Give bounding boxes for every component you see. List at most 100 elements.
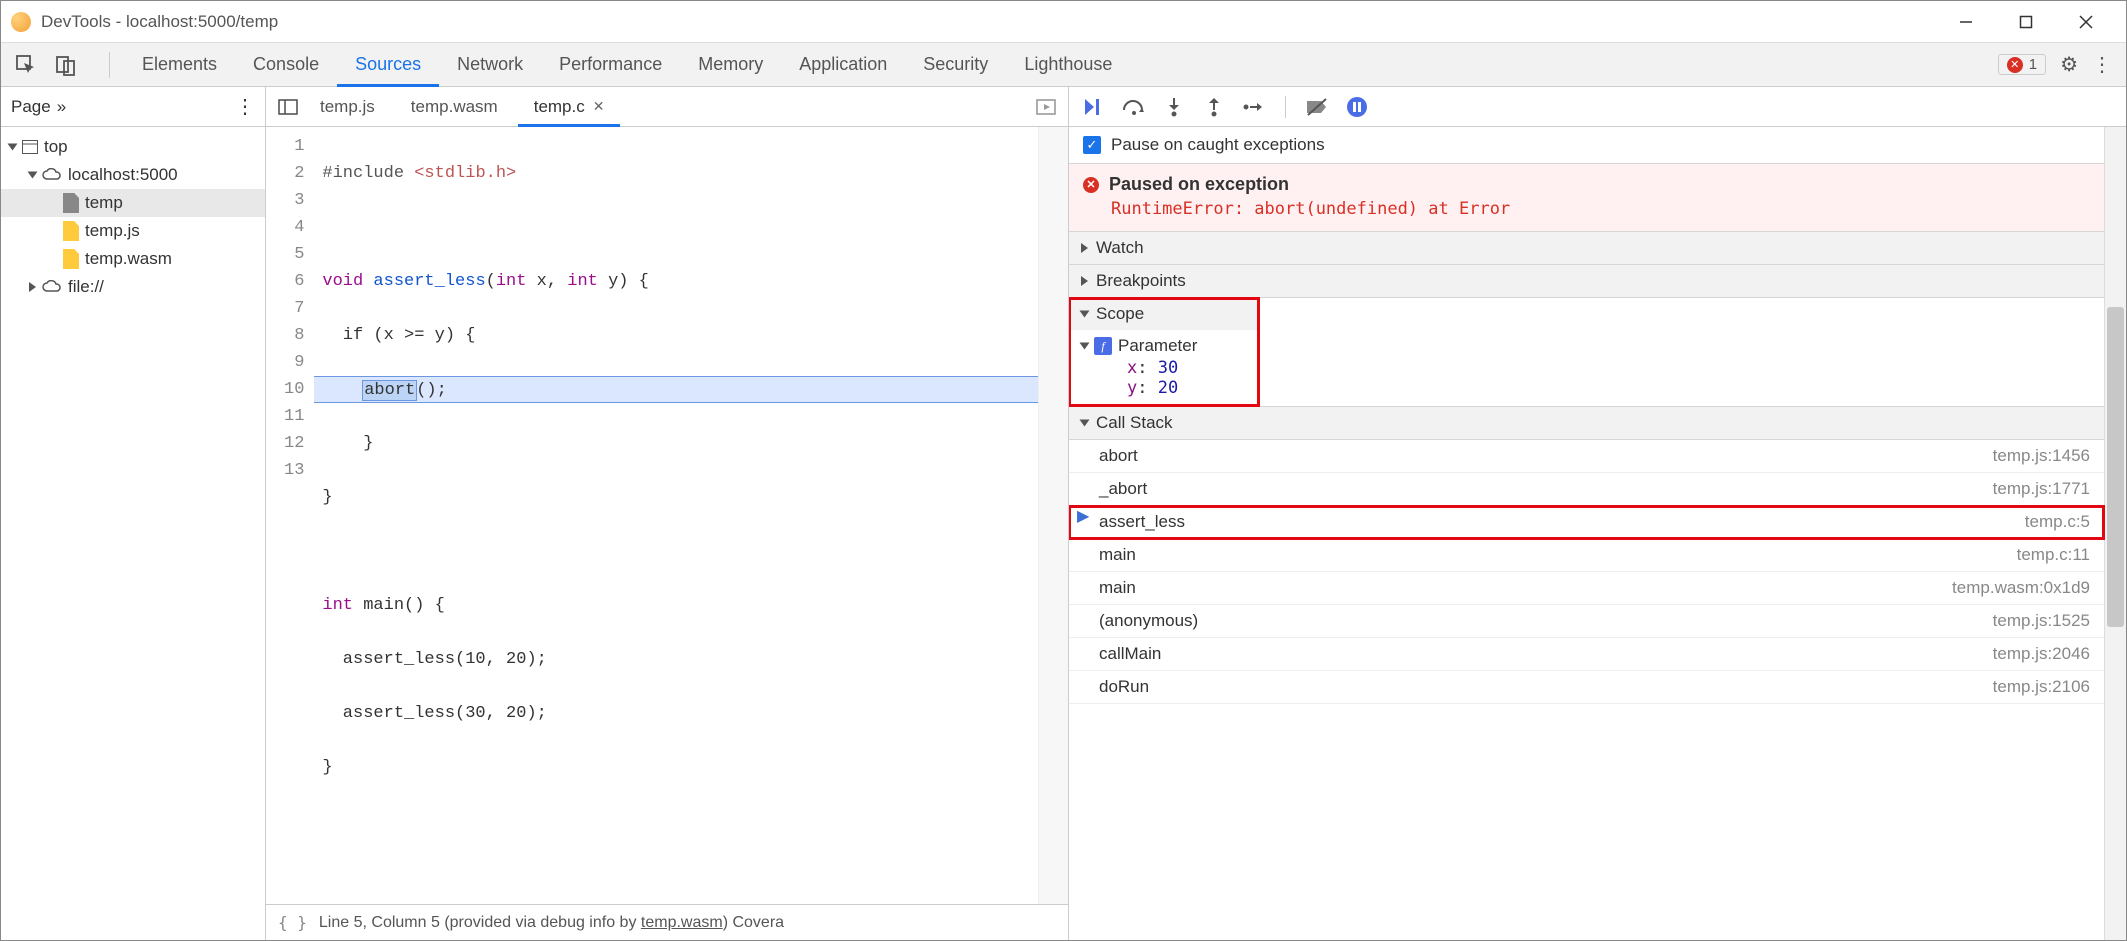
step-over-icon[interactable] — [1121, 94, 1147, 120]
file-icon — [63, 193, 79, 213]
error-count-badge[interactable]: ✕1 — [1998, 54, 2046, 75]
frame-location: temp.c:11 — [2017, 545, 2090, 565]
callstack-frame[interactable]: abort temp.js:1456 — [1069, 440, 2104, 473]
frame-function: main — [1099, 545, 1136, 565]
tab-performance[interactable]: Performance — [541, 43, 680, 87]
pretty-print-icon[interactable]: { } — [278, 913, 307, 932]
scope-var-y[interactable]: y: 20 — [1069, 378, 1259, 398]
callstack-frame[interactable]: main temp.c:11 — [1069, 539, 2104, 572]
tree-file-tempwasm[interactable]: temp.wasm — [1, 245, 265, 273]
file-icon — [63, 221, 79, 241]
tab-security[interactable]: Security — [905, 43, 1006, 87]
step-into-icon[interactable] — [1161, 94, 1187, 120]
settings-icon[interactable]: ⚙ — [2060, 52, 2078, 77]
tab-memory[interactable]: Memory — [680, 43, 781, 87]
watch-section[interactable]: Watch — [1069, 232, 2104, 264]
code-scrollbar[interactable] — [1038, 127, 1068, 904]
window-icon — [22, 140, 38, 154]
minimize-button[interactable] — [1936, 1, 1996, 43]
callstack-frame[interactable]: _abort temp.js:1771 — [1069, 473, 2104, 506]
tab-lighthouse[interactable]: Lighthouse — [1006, 43, 1130, 87]
tree-file-tempjs[interactable]: temp.js — [1, 217, 265, 245]
tab-elements[interactable]: Elements — [124, 43, 235, 87]
tab-console[interactable]: Console — [235, 43, 337, 87]
frame-function: doRun — [1099, 677, 1149, 697]
frame-location: temp.wasm:0x1d9 — [1952, 578, 2090, 598]
inspect-icon[interactable] — [15, 54, 37, 76]
tree-host[interactable]: localhost:5000 — [1, 161, 265, 189]
scope-var-x[interactable]: x: 30 — [1069, 358, 1259, 378]
tab-application[interactable]: Application — [781, 43, 905, 87]
code-content: #include <stdlib.h> void assert_less(int… — [314, 127, 1038, 904]
tree-top[interactable]: top — [1, 133, 265, 161]
resume-icon[interactable] — [1081, 94, 1107, 120]
step-out-icon[interactable] — [1201, 94, 1227, 120]
close-button[interactable] — [2056, 1, 2116, 43]
debugger-scrollbar[interactable] — [2104, 127, 2126, 940]
tree-file-scheme[interactable]: file:// — [1, 273, 265, 301]
callstack-section[interactable]: Call Stack — [1069, 407, 2104, 439]
nav-tab-page[interactable]: Page — [11, 97, 51, 117]
cloud-icon — [42, 280, 62, 294]
frame-location: temp.c:5 — [2025, 512, 2090, 532]
scope-section[interactable]: Scope — [1069, 298, 1259, 330]
editor-pane: temp.js temp.wasm temp.c✕ 12345678910111… — [266, 87, 1069, 940]
file-tab-tempjs[interactable]: temp.js — [304, 87, 391, 127]
callstack-frame[interactable]: assert_less temp.c:5 — [1069, 506, 2104, 539]
pause-exceptions-icon[interactable] — [1344, 94, 1370, 120]
function-badge-icon: f — [1094, 337, 1112, 355]
run-snippet-icon[interactable] — [1034, 99, 1058, 115]
frame-function: main — [1099, 578, 1136, 598]
page-navigator: Page » ⋮ top localhost:5000 temp temp.js… — [1, 87, 266, 940]
deactivate-breakpoints-icon[interactable] — [1304, 94, 1330, 120]
tree-file-temp[interactable]: temp — [1, 189, 265, 217]
line-gutter: 12345678910111213 — [266, 127, 314, 904]
code-editor[interactable]: 12345678910111213 #include <stdlib.h> vo… — [266, 127, 1068, 904]
callstack-frame[interactable]: doRun temp.js:2106 — [1069, 671, 2104, 704]
frame-function: abort — [1099, 446, 1138, 466]
callstack-list: aborttemp.js:1456_aborttemp.js:1771▶asse… — [1069, 440, 2104, 704]
devtools-window: DevTools - localhost:5000/temp Elements … — [0, 0, 2127, 941]
nav-tabs-overflow-icon[interactable]: » — [57, 97, 66, 117]
frame-location: temp.js:1525 — [1993, 611, 2090, 631]
maximize-button[interactable] — [1996, 1, 2056, 43]
scope-group-parameter[interactable]: fParameter — [1069, 334, 1259, 358]
app-icon — [11, 12, 31, 32]
debugger-pane: ✓ Pause on caught exceptions ✕Paused on … — [1069, 87, 2126, 940]
tab-sources[interactable]: Sources — [337, 43, 439, 87]
cloud-icon — [42, 168, 62, 182]
frame-location: temp.js:1771 — [1993, 479, 2090, 499]
breakpoints-section[interactable]: Breakpoints — [1069, 265, 2104, 297]
titlebar: DevTools - localhost:5000/temp — [1, 1, 2126, 43]
file-icon — [63, 249, 79, 269]
tab-network[interactable]: Network — [439, 43, 541, 87]
debugger-toolbar — [1069, 87, 2126, 127]
debug-source-link[interactable]: temp.wasm — [641, 914, 723, 931]
scope-body: fParameter x: 30 y: 20 — [1069, 330, 1259, 406]
current-frame-icon: ▶ — [1077, 506, 1089, 526]
window-title: DevTools - localhost:5000/temp — [41, 12, 278, 32]
file-tab-tempwasm[interactable]: temp.wasm — [395, 87, 514, 127]
frame-location: temp.js:1456 — [1993, 446, 2090, 466]
exception-message: RuntimeError: abort(undefined) at Error — [1083, 195, 2090, 219]
frame-function: _abort — [1099, 479, 1147, 499]
file-tab-tempc[interactable]: temp.c✕ — [518, 87, 621, 127]
close-tab-icon[interactable]: ✕ — [593, 98, 605, 115]
more-icon[interactable]: ⋮ — [2092, 52, 2112, 77]
frame-function: assert_less — [1099, 512, 1185, 532]
step-icon[interactable] — [1241, 94, 1267, 120]
nav-header: Page » ⋮ — [1, 87, 265, 127]
frame-location: temp.js:2106 — [1993, 677, 2090, 697]
device-icon[interactable] — [55, 54, 77, 76]
frame-function: callMain — [1099, 644, 1161, 664]
nav-more-icon[interactable]: ⋮ — [235, 94, 255, 119]
editor-tabs: temp.js temp.wasm temp.c✕ — [266, 87, 1068, 127]
callstack-frame[interactable]: main temp.wasm:0x1d9 — [1069, 572, 2104, 605]
pause-on-caught-row[interactable]: ✓ Pause on caught exceptions — [1069, 127, 2104, 164]
toggle-navigator-icon[interactable] — [276, 99, 300, 115]
error-icon: ✕ — [1083, 177, 1099, 193]
callstack-frame[interactable]: callMaintemp.js:2046 — [1069, 638, 2104, 671]
checkbox-checked-icon[interactable]: ✓ — [1083, 136, 1101, 154]
callstack-frame[interactable]: (anonymous)temp.js:1525 — [1069, 605, 2104, 638]
editor-statusbar: { } Line 5, Column 5 (provided via debug… — [266, 904, 1068, 940]
